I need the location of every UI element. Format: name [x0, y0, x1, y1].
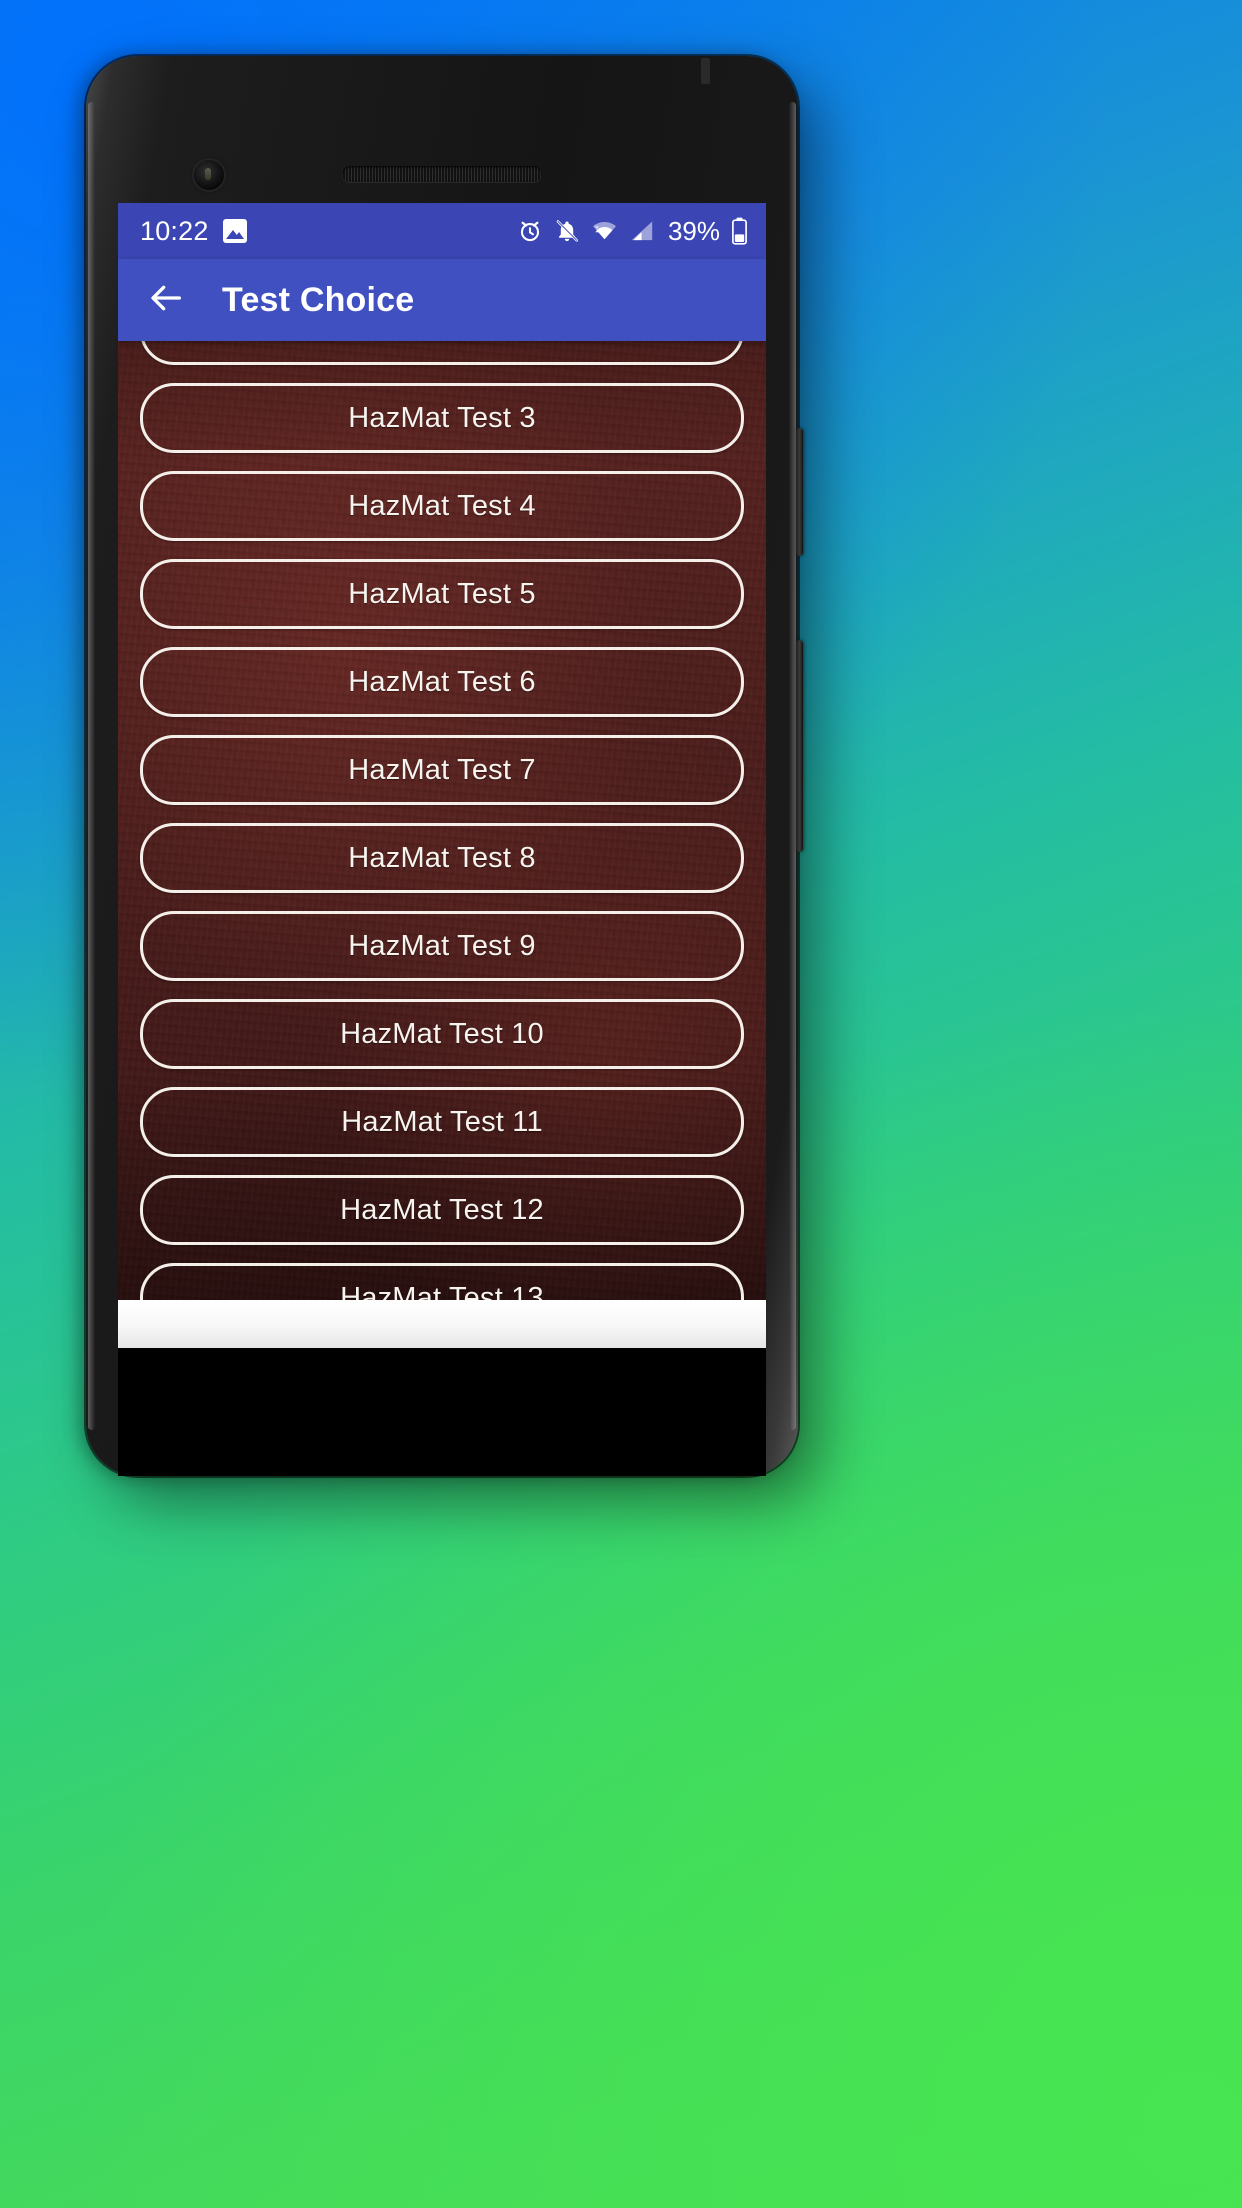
- test-button-2[interactable]: HazMat Test 2: [140, 341, 744, 365]
- page-title: Test Choice: [222, 280, 415, 319]
- status-clock: 10:22: [140, 215, 209, 246]
- volume-button[interactable]: [796, 640, 803, 852]
- screen-bottom-area: [118, 1348, 766, 1476]
- test-button-12[interactable]: HazMat Test 12: [140, 1175, 744, 1245]
- bell-muted-icon: [554, 218, 580, 244]
- bottom-banner-bar[interactable]: [118, 1300, 766, 1348]
- status-bar: 10:22 39%: [118, 203, 766, 259]
- test-button-6[interactable]: HazMat Test 6: [140, 647, 744, 717]
- test-button-11[interactable]: HazMat Test 11: [140, 1087, 744, 1157]
- test-button-5[interactable]: HazMat Test 5: [140, 559, 744, 629]
- front-camera-icon: [194, 160, 224, 190]
- antenna-band: [701, 58, 710, 84]
- test-button-10[interactable]: HazMat Test 10: [140, 999, 744, 1069]
- wallpaper-background: 10:22 39% Test Choice HazMat Test 3 HazM…: [0, 0, 1242, 2208]
- test-button-label: HazMat Test 2: [348, 341, 535, 347]
- test-button-label: HazMat Test 5: [348, 577, 536, 610]
- test-list: HazMat Test 2 HazMat Test 3 HazMat Test …: [118, 341, 766, 1348]
- test-button-8[interactable]: HazMat Test 8: [140, 823, 744, 893]
- phone-screen: 10:22 39% Test Choice HazMat Test 3 HazM…: [118, 203, 766, 1348]
- arrow-left-icon: [146, 278, 186, 323]
- app-bar: Test Choice: [118, 259, 766, 341]
- battery-percent-label: 39%: [667, 215, 720, 246]
- earpiece-speaker-icon: [342, 166, 542, 182]
- test-button-label: HazMat Test 6: [348, 665, 536, 698]
- status-bar-left: 10:22: [140, 216, 247, 247]
- test-button-9[interactable]: HazMat Test 9: [140, 911, 744, 981]
- test-button-label: HazMat Test 12: [340, 1193, 544, 1226]
- battery-icon: [731, 217, 748, 245]
- device-right-rail: [789, 102, 796, 1430]
- test-button-7[interactable]: HazMat Test 7: [140, 735, 744, 805]
- back-button[interactable]: [140, 274, 192, 326]
- test-button-label: HazMat Test 7: [348, 753, 536, 786]
- phone-device-frame: 10:22 39% Test Choice HazMat Test 3 HazM…: [86, 56, 803, 1476]
- test-button-3[interactable]: HazMat Test 3: [140, 383, 744, 453]
- test-button-label: HazMat Test 9: [348, 929, 536, 962]
- device-left-rail: [88, 102, 95, 1430]
- test-button-label: HazMat Test 8: [348, 841, 536, 874]
- wifi-icon: [591, 218, 618, 244]
- signal-icon: [629, 218, 655, 244]
- image-icon: [222, 219, 247, 243]
- test-button-label: HazMat Test 10: [340, 1017, 544, 1050]
- test-list-container[interactable]: HazMat Test 2 HazMat Test 3 HazMat Test …: [118, 341, 766, 1348]
- alarm-icon: [517, 218, 543, 244]
- power-button[interactable]: [796, 428, 803, 556]
- test-button-label: HazMat Test 4: [348, 489, 536, 522]
- test-button-label: HazMat Test 11: [341, 1105, 543, 1138]
- test-button-label: HazMat Test 3: [348, 401, 536, 434]
- status-bar-right: 39%: [517, 216, 748, 247]
- test-button-4[interactable]: HazMat Test 4: [140, 471, 744, 541]
